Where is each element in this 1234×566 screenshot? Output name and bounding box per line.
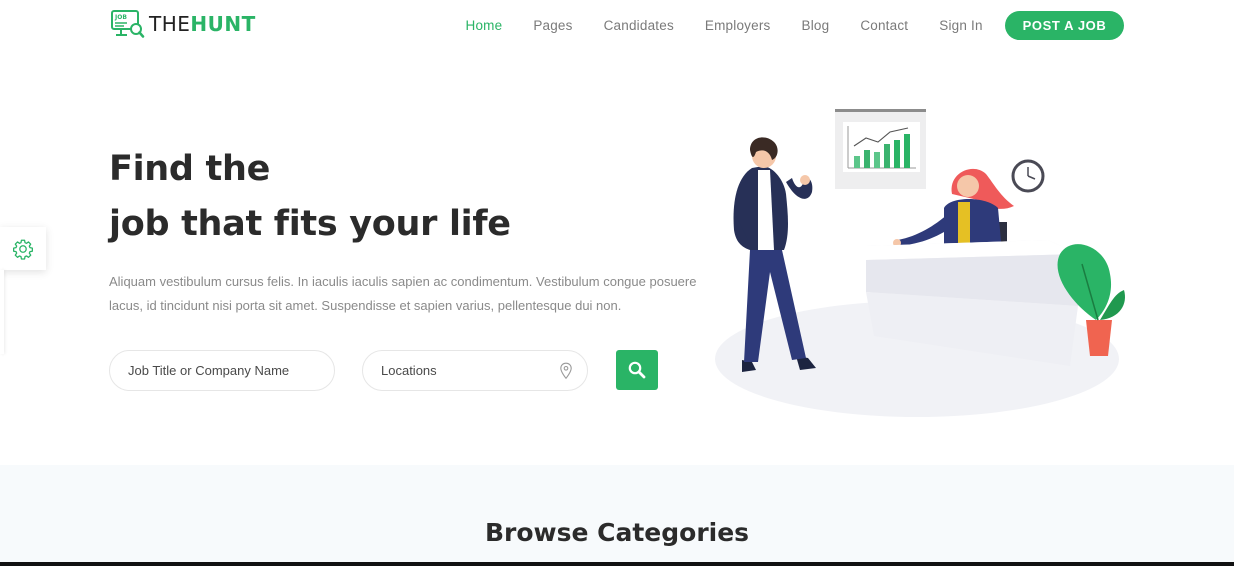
brand-name: THEHUNT [149, 12, 256, 36]
site-header: JOB THEHUNT Home Pages Candidates Employ… [0, 0, 1234, 52]
gear-icon [13, 239, 33, 260]
search-button[interactable] [616, 350, 658, 390]
brand-logo[interactable]: JOB THEHUNT [111, 10, 256, 38]
post-a-job-button[interactable]: POST A JOB [1005, 11, 1124, 40]
bottom-edge [0, 562, 1234, 566]
browse-categories-title: Browse Categories [484, 518, 750, 547]
nav-item-home[interactable]: Home [466, 18, 503, 33]
hero-title-line-1: Find the [109, 149, 271, 189]
job-title-input[interactable]: Job Title or Company Name [109, 350, 335, 391]
nav-item-contact[interactable]: Contact [860, 18, 908, 33]
search-icon [628, 361, 646, 379]
svg-text:JOB: JOB [114, 14, 127, 21]
logo-icon: JOB [111, 10, 145, 38]
nav-item-sign-in[interactable]: Sign In [939, 18, 982, 33]
wall-clock-illustration [1011, 159, 1045, 193]
hero-title: Find the job that fits your life [109, 142, 511, 252]
nav-item-pages[interactable]: Pages [533, 18, 572, 33]
chart-board-illustration [835, 109, 926, 189]
side-panel-edge [0, 270, 4, 354]
main-nav: Home Pages Candidates Employers Blog Con… [450, 11, 998, 40]
map-pin-icon [560, 362, 572, 380]
nav-item-blog[interactable]: Blog [801, 18, 829, 33]
hero-description: Aliquam vestibulum cursus felis. In iacu… [109, 274, 697, 313]
nav-item-candidates[interactable]: Candidates [604, 18, 674, 33]
hero-title-line-2: job that fits your life [109, 204, 511, 244]
job-title-placeholder: Job Title or Company Name [128, 363, 290, 378]
hero-illustration [715, 109, 1125, 417]
nav-item-employers[interactable]: Employers [705, 18, 771, 33]
location-placeholder: Locations [381, 363, 437, 378]
browse-categories-section [0, 465, 1234, 562]
location-input[interactable]: Locations [362, 350, 588, 391]
settings-toggle[interactable] [0, 227, 46, 270]
